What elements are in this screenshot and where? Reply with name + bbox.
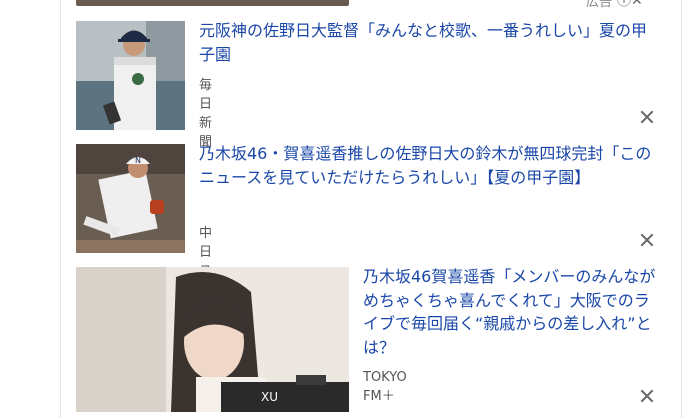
article-thumbnail[interactable]: XU	[76, 267, 349, 412]
article-thumbnail[interactable]	[76, 21, 185, 130]
previous-item-image[interactable]	[76, 0, 349, 6]
baseball-pitcher-image: N	[76, 144, 185, 253]
close-icon[interactable]	[640, 389, 654, 403]
ad-info-close-icon[interactable]: ⓘ✕	[617, 0, 643, 10]
close-icon[interactable]	[640, 233, 654, 247]
article-source: TOKYO FM＋	[363, 370, 407, 404]
ad-label: 広告	[586, 0, 613, 10]
article-title[interactable]: 乃木坂46・賀喜遥香推しの佐野日大の鈴木が無四球完封「このニュースを見ていただけ…	[199, 142, 655, 189]
article-source: 毎日新聞	[199, 78, 213, 150]
svg-text:XU: XU	[261, 390, 278, 404]
svg-text:N: N	[135, 156, 141, 165]
article-title[interactable]: 乃木坂46賀喜遥香「メンバーのみんながめちゃくちゃ喜んでくれて」大阪でのライブで…	[363, 265, 659, 359]
article-thumbnail[interactable]: N	[76, 144, 185, 253]
close-icon[interactable]	[640, 110, 654, 124]
baseball-coach-image	[76, 21, 185, 130]
radio-studio-image: XU	[76, 267, 349, 412]
article-title[interactable]: 元阪神の佐野日大監督「みんなと校歌、一番うれしい」夏の甲子園	[199, 19, 649, 66]
